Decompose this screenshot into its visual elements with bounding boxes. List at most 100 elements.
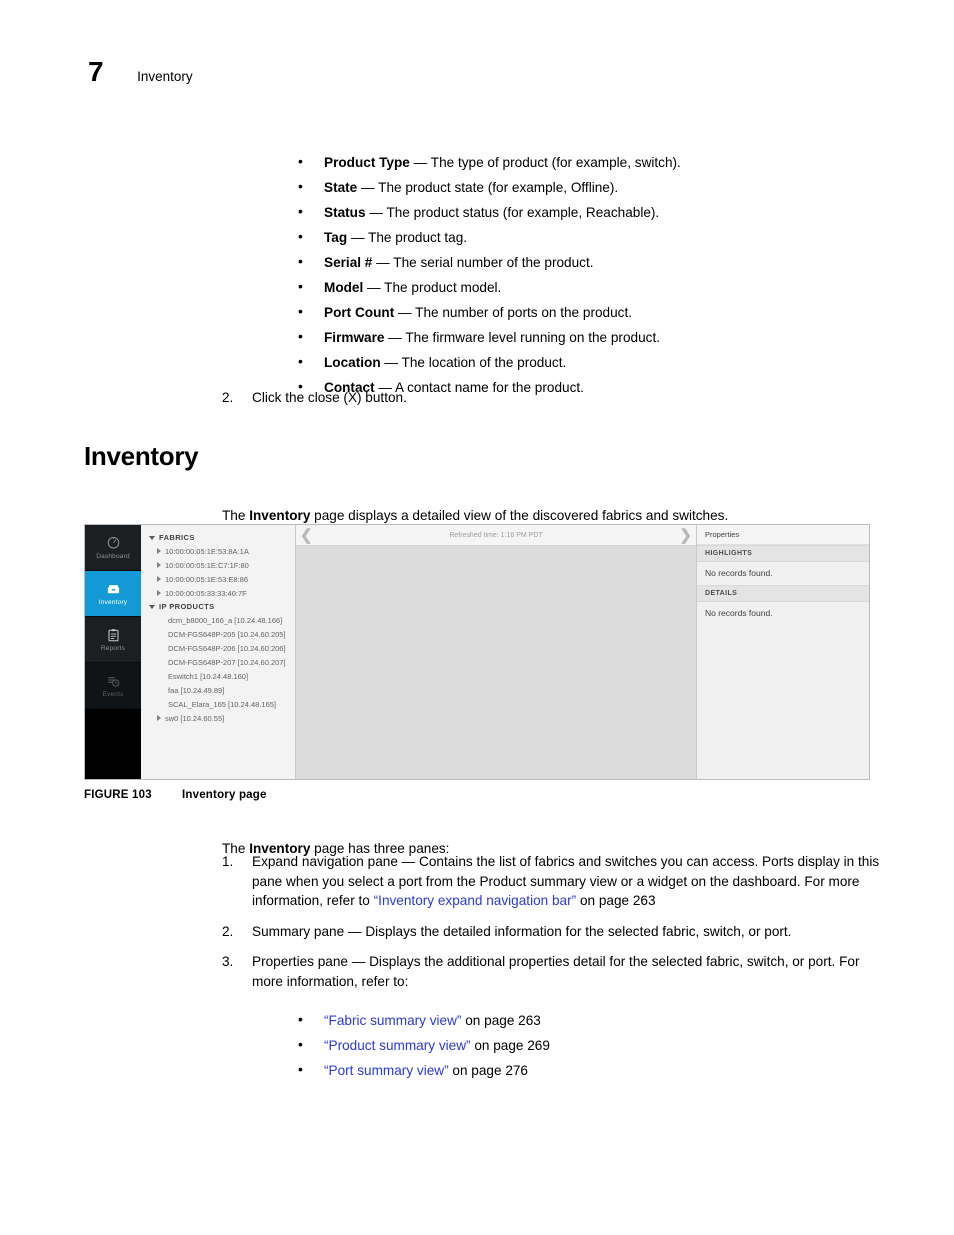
summary-view-link-list: “Fabric summary view” on page 263 “Produc… — [252, 1007, 912, 1083]
tree-node[interactable]: DCM-FGS648P-207 [10.24.60.207] — [141, 655, 295, 669]
tree-node[interactable]: Eswitch1 [10.24.48.160] — [141, 669, 295, 683]
intro-paragraph: The Inventory page displays a detailed v… — [222, 506, 902, 526]
rail-item-inventory[interactable]: Inventory — [85, 571, 141, 617]
figure-caption-label: FIGURE 103 — [84, 789, 152, 801]
dashboard-gauge-icon — [105, 536, 122, 551]
intro-bold: Inventory — [249, 507, 311, 523]
tree-node-label: faa [10.24.49.89] — [168, 685, 225, 695]
tree-node[interactable]: 10:00:00:05:1E:53:8A:1A — [141, 544, 295, 558]
tree-node-label: DCM-FGS648P-207 [10.24.60.207] — [168, 657, 286, 667]
tree-node-label: sw0 [10.24.60.55] — [165, 713, 225, 723]
tree-node-label: Eswitch1 [10.24.48.160] — [168, 671, 249, 681]
list-item-description: — The number of ports on the product. — [394, 305, 633, 320]
tree-node[interactable]: SCAL_Elara_165 [10.24.48.165] — [141, 697, 295, 711]
list-item-description: — The product status (for example, Reach… — [365, 205, 660, 220]
tree-node[interactable]: 10:00:00:05:33:33:40:7F — [141, 586, 295, 600]
cross-reference-link[interactable]: “Fabric summary view” — [324, 1013, 461, 1028]
inventory-box-icon — [105, 582, 122, 597]
ordered-list-item-text: Properties pane — Displays the additiona… — [252, 954, 860, 989]
list-item: Firmware — The firmware level running on… — [292, 324, 932, 350]
list-item: Location — The location of the product. — [292, 349, 932, 375]
chevron-down-icon[interactable] — [149, 535, 155, 540]
list-item-description: — The firmware level running on the prod… — [384, 330, 660, 345]
chevron-right-icon[interactable] — [157, 715, 161, 721]
tree-node[interactable]: faa [10.24.49.89] — [141, 683, 295, 697]
summary-pane: ❮ Refreshed time: 1:16 PM PDT ❯ — [296, 525, 697, 779]
list-item: Tag — The product tag. — [292, 224, 932, 250]
list-item-term: Location — [324, 355, 381, 370]
tree-node-label: 10:00:00:05:33:33:40:7F — [165, 588, 247, 598]
product-attribute-list: Product Type — The type of product (for … — [252, 149, 932, 400]
ordered-list-item-number: 3. — [222, 954, 234, 969]
cross-reference-link[interactable]: “Product summary view” — [324, 1038, 471, 1053]
step-two: 2. Click the close (X) button. — [222, 388, 407, 408]
list-item: State — The product state (for example, … — [292, 174, 932, 200]
list-item-description: — The product state (for example, Offlin… — [357, 180, 619, 195]
rail-label-inventory: Inventory — [98, 598, 128, 606]
page-reference: on page 269 — [470, 1038, 550, 1053]
running-head: 7 Inventory — [88, 56, 193, 88]
ordered-list-item-text: Summary pane — Displays the detailed inf… — [252, 923, 792, 939]
page-title: Inventory — [84, 441, 199, 471]
page-reference: on page 263 — [461, 1013, 541, 1028]
tree-node[interactable]: DCM-FGS648P-205 [10.24.60.205] — [141, 627, 295, 641]
list-item: Product Type — The type of product (for … — [292, 149, 932, 175]
tree-group-fabrics[interactable]: FABRICS — [141, 531, 295, 544]
list-item-description: — The product model. — [363, 280, 502, 295]
intro-after: page displays a detailed view of the dis… — [310, 507, 729, 523]
step-two-number: 2. — [222, 390, 234, 405]
figure-caption-text: Inventory page — [182, 789, 267, 801]
list-item-description: — The serial number of the product. — [372, 255, 594, 270]
properties-section-header-highlights: HIGHLIGHTS — [697, 545, 869, 562]
tree-node-label: IP PRODUCTS — [159, 602, 215, 611]
tree-node-label: DCM-FGS648P-206 [10.24.60.206] — [168, 643, 286, 653]
intro-before: The — [222, 507, 250, 523]
app-nav-rail: Dashboard Inventory Reports Events — [85, 525, 141, 779]
tree-node[interactable]: sw0 [10.24.60.55] — [141, 711, 295, 725]
chapter-title: Inventory — [137, 69, 193, 84]
tree-node[interactable]: 10:00:00:05:1E:53:E8:86 — [141, 572, 295, 586]
chevron-right-icon[interactable] — [157, 576, 161, 582]
tree-node-label: FABRICS — [159, 533, 195, 542]
list-item-term: Port Count — [324, 305, 395, 320]
list-item-term: Status — [324, 205, 366, 220]
rail-item-dashboard[interactable]: Dashboard — [85, 525, 141, 571]
rail-item-events[interactable]: Events — [85, 663, 141, 709]
panes-ordered-list: 1. Expand navigation pane — Contains the … — [222, 852, 890, 1002]
tree-group-ip-products[interactable]: IP PRODUCTS — [141, 600, 295, 613]
list-item: Model — The product model. — [292, 274, 932, 300]
rail-label-events: Events — [102, 690, 124, 698]
cross-reference-link[interactable]: “Inventory expand navigation bar” — [374, 893, 577, 908]
cross-reference-link[interactable]: “Port summary view” — [324, 1063, 449, 1078]
chevron-right-icon[interactable] — [157, 562, 161, 568]
ordered-list-item-number: 2. — [222, 923, 234, 939]
list-item: Port Count — The number of ports on the … — [292, 299, 932, 325]
tree-node[interactable]: dcm_b8000_166_a [10.24.48.166] — [141, 613, 295, 627]
rail-item-reports[interactable]: Reports — [85, 617, 141, 663]
tree-node[interactable]: DCM-FGS648P-206 [10.24.60.206] — [141, 641, 295, 655]
summary-content-area — [296, 546, 696, 779]
list-item-term: State — [324, 180, 358, 195]
tree-node-label: 10:00:00:05:1E:53:E8:86 — [165, 574, 248, 584]
chevron-right-icon[interactable] — [157, 590, 161, 596]
chevron-right-icon[interactable] — [157, 548, 161, 554]
list-item-term: Serial # — [324, 255, 373, 270]
step-two-text: Click the close (X) button. — [252, 390, 407, 405]
tree-node[interactable]: 10:00:00:05:1E:C7:1F:80 — [141, 558, 295, 572]
tree-node-label: 10:00:00:05:1E:53:8A:1A — [165, 546, 249, 556]
tree-node-label: SCAL_Elara_165 [10.24.48.165] — [168, 699, 276, 709]
tree-node-label: 10:00:00:05:1E:C7:1F:80 — [165, 560, 249, 570]
list-item-description: — The product tag. — [347, 230, 468, 245]
chevron-down-icon[interactable] — [149, 604, 155, 609]
list-item-term: Tag — [324, 230, 348, 245]
chevron-right-icon[interactable]: ❯ — [679, 528, 692, 543]
ordered-list-item-number: 1. — [222, 854, 234, 869]
list-item-description: — The type of product (for example, swit… — [409, 155, 681, 170]
list-item: “Fabric summary view” on page 263 — [292, 1007, 912, 1033]
list-item-description: — The location of the product. — [380, 355, 567, 370]
rail-label-reports: Reports — [100, 644, 126, 652]
chevron-left-icon[interactable]: ❮ — [300, 528, 313, 543]
expand-navigation-pane[interactable]: FABRICS 10:00:00:05:1E:53:8A:1A 10:00:00:0… — [141, 525, 296, 779]
summary-toolbar: ❮ Refreshed time: 1:16 PM PDT ❯ — [296, 525, 696, 546]
list-item-term: Model — [324, 280, 364, 295]
